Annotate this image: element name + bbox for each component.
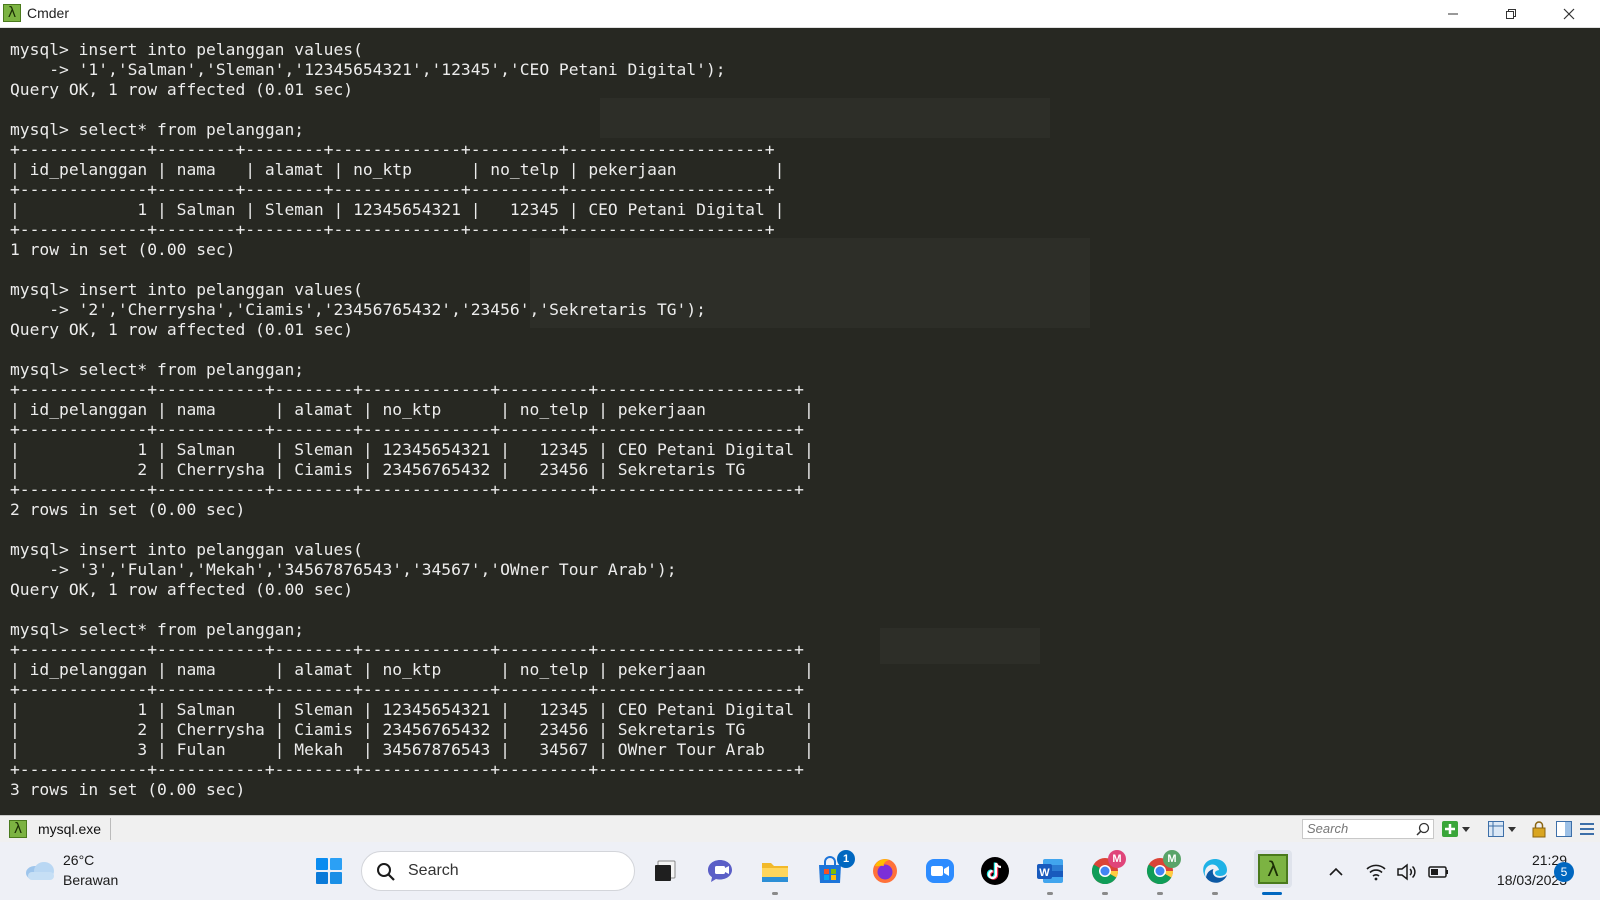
- terminal-line: | 1 | Salman | Sleman | 12345654321 | 12…: [10, 440, 814, 459]
- volume-icon[interactable]: [1396, 862, 1416, 882]
- chrome-profile-badge: M: [1108, 850, 1126, 868]
- terminal-line: | 1 | Salman | Sleman | 12345654321 | 12…: [10, 200, 785, 219]
- terminal-line: +-------------+-----------+--------+----…: [10, 680, 804, 699]
- terminal-line: mysql> select* from pelanggan;: [10, 360, 305, 379]
- taskbar-search-box[interactable]: Search: [361, 851, 635, 891]
- taskbar-search-label: Search: [408, 862, 459, 879]
- terminal-line: +-------------+--------+--------+-------…: [10, 180, 775, 199]
- terminal-line: mysql> select* from pelanggan;: [10, 620, 305, 639]
- notification-badge[interactable]: 5: [1554, 862, 1574, 882]
- lock-icon[interactable]: [1530, 820, 1548, 838]
- tab-search-placeholder: Search: [1307, 821, 1349, 836]
- running-indicator: [1157, 892, 1163, 895]
- wifi-icon[interactable]: [1366, 862, 1386, 882]
- terminal-output: mysql> insert into pelanggan values( -> …: [10, 40, 814, 800]
- split-view-icon[interactable]: [1487, 820, 1505, 838]
- terminal-line: +-------------+-----------+--------+----…: [10, 760, 804, 779]
- terminal-line: -> '3','Fulan','Mekah','34567876543','34…: [10, 560, 677, 579]
- edge-icon[interactable]: [1198, 854, 1232, 888]
- new-console-icon[interactable]: [1441, 820, 1459, 838]
- tab-divider: [110, 818, 111, 840]
- restore-button[interactable]: [1482, 0, 1540, 28]
- clock-date[interactable]: 18/03/2023: [1467, 872, 1567, 888]
- terminal-line: +-------------+-----------+--------+----…: [10, 480, 804, 499]
- battery-icon[interactable]: [1428, 862, 1448, 882]
- search-icon: [377, 863, 395, 881]
- terminal-line: +-------------+-----------+--------+----…: [10, 420, 804, 439]
- windows-start-icon[interactable]: [312, 854, 346, 888]
- cloud-icon[interactable]: [22, 856, 56, 884]
- terminal-line: | 1 | Salman | Sleman | 12345654321 | 12…: [10, 700, 814, 719]
- title-bar: λ Cmder: [0, 0, 1600, 28]
- active-indicator: [1262, 892, 1282, 895]
- close-icon: [1563, 8, 1575, 20]
- search-icon[interactable]: [1415, 821, 1431, 837]
- window-title: Cmder: [27, 5, 70, 21]
- teams-chat-icon[interactable]: [703, 854, 737, 888]
- chevron-down-icon[interactable]: [1506, 820, 1518, 838]
- background-ghost: [880, 628, 1040, 664]
- terminal-line: mysql> insert into pelanggan values(: [10, 540, 363, 559]
- terminal-line: Query OK, 1 row affected (0.01 sec): [10, 80, 354, 99]
- running-indicator: [1102, 892, 1108, 895]
- terminal-line: +-------------+--------+--------+-------…: [10, 140, 775, 159]
- terminal-line: | 2 | Cherrysha | Ciamis | 23456765432 |…: [10, 720, 814, 739]
- firefox-icon[interactable]: [868, 854, 902, 888]
- terminal-line: | id_pelanggan | nama | alamat | no_ktp …: [10, 400, 814, 419]
- terminal-line: +-------------+--------+--------+-------…: [10, 220, 775, 239]
- close-button[interactable]: [1540, 0, 1598, 28]
- tiktok-icon[interactable]: [978, 854, 1012, 888]
- terminal-line: | id_pelanggan | nama | alamat | no_ktp …: [10, 160, 785, 179]
- terminal-line: mysql> insert into pelanggan values(: [10, 40, 363, 59]
- running-indicator: [1047, 892, 1053, 895]
- cmder-lambda-icon: λ: [3, 4, 21, 22]
- minimize-button[interactable]: [1424, 0, 1482, 28]
- chevron-up-icon[interactable]: [1326, 862, 1346, 882]
- store-badge: 1: [837, 850, 855, 868]
- terminal-line: | id_pelanggan | nama | alamat | no_ktp …: [10, 660, 814, 679]
- weather-description[interactable]: Berawan: [63, 872, 118, 888]
- restore-icon: [1506, 9, 1516, 19]
- tab-mysql[interactable]: mysql.exe: [38, 821, 101, 837]
- chrome-profile-badge: M: [1163, 850, 1181, 868]
- chevron-down-icon[interactable]: [1460, 820, 1472, 838]
- menu-icon[interactable]: [1578, 820, 1596, 838]
- terminal-line: Query OK, 1 row affected (0.00 sec): [10, 580, 354, 599]
- tab-search-input[interactable]: Search: [1302, 819, 1434, 839]
- terminal-line: +-------------+-----------+--------+----…: [10, 380, 804, 399]
- terminal-line: Query OK, 1 row affected (0.01 sec): [10, 320, 354, 339]
- running-indicator: [1212, 892, 1218, 895]
- zoom-icon[interactable]: [923, 854, 957, 888]
- terminal-line: -> '1','Salman','Sleman','12345654321','…: [10, 60, 726, 79]
- tab-lambda-icon: λ: [9, 820, 27, 838]
- cmder-tab-bar: λ mysql.exe Search: [0, 815, 1600, 842]
- weather-temperature[interactable]: 26°C: [63, 852, 94, 868]
- terminal-line: mysql> select* from pelanggan;: [10, 120, 305, 139]
- terminal-line: 3 rows in set (0.00 sec): [10, 780, 246, 799]
- minimize-icon: [1448, 13, 1458, 15]
- word-icon[interactable]: W: [1033, 854, 1067, 888]
- terminal-line: +-------------+-----------+--------+----…: [10, 640, 804, 659]
- terminal-line: | 3 | Fulan | Mekah | 34567876543 | 3456…: [10, 740, 814, 759]
- terminal-line: 2 rows in set (0.00 sec): [10, 500, 246, 519]
- task-view-icon[interactable]: [648, 854, 682, 888]
- terminal-line: -> '2','Cherrysha','Ciamis','23456765432…: [10, 300, 706, 319]
- terminal-line: 1 row in set (0.00 sec): [10, 240, 236, 259]
- windows-taskbar: 26°C Berawan Search 1 W M M λ 21:29 18/0…: [0, 842, 1600, 900]
- terminal-console[interactable]: mysql> insert into pelanggan values( -> …: [0, 28, 1600, 815]
- svg-text:W: W: [1039, 867, 1050, 879]
- layout-icon[interactable]: [1555, 820, 1573, 838]
- running-indicator: [772, 892, 778, 895]
- cmder-taskbar-icon[interactable]: λ: [1254, 850, 1292, 888]
- svg-text:λ: λ: [1267, 857, 1279, 881]
- terminal-line: mysql> insert into pelanggan values(: [10, 280, 363, 299]
- terminal-line: | 2 | Cherrysha | Ciamis | 23456765432 |…: [10, 460, 814, 479]
- file-explorer-icon[interactable]: [758, 854, 792, 888]
